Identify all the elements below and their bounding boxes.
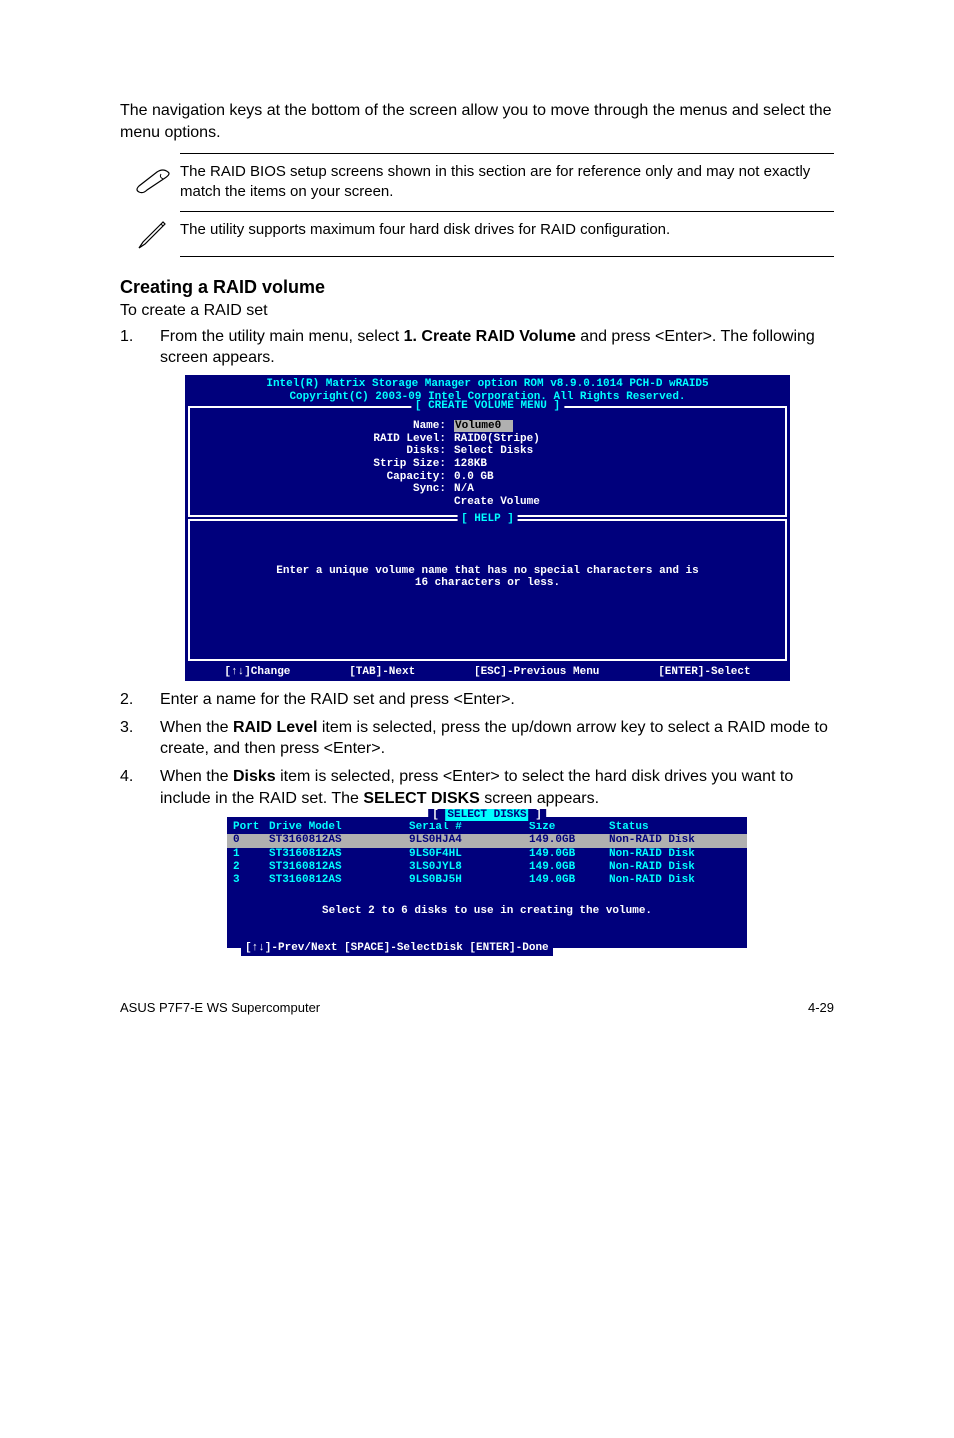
raid-level-label: RAID Level: [196,433,446,446]
pen-icon [125,218,180,250]
step4-post2: screen appears. [480,790,599,807]
step-3: 3. When the RAID Level item is selected,… [120,717,834,760]
select-disks-title-bracket: [ SELECT DISKS ] [428,809,546,822]
help-line1: Enter a unique volume name that has no s… [196,565,779,578]
create-volume-action[interactable]: Create Volume [446,496,540,509]
key-tab: [TAB]-Next [349,666,415,679]
step4-bold2: SELECT DISKS [363,790,479,807]
help-title: [ HELP ] [457,513,518,526]
disk-row[interactable]: 0ST3160812AS9LS0HJA4149.0GBNon-RAID Disk [227,834,747,847]
disk-table-header: PortDrive ModelSerial #SizeStatus [227,821,747,834]
subtext: To create a RAID set [120,302,834,320]
disk-row[interactable]: 1ST3160812AS9LS0F4HL149.0GBNon-RAID Disk [227,848,747,861]
disks-value[interactable]: Select Disks [446,445,533,458]
footer-left: ASUS P7F7-E WS Supercomputer [120,1000,320,1015]
disk-row[interactable]: 3ST3160812AS9LS0BJ5H149.0GBNon-RAID Disk [227,874,747,887]
sync-label: Sync: [196,483,446,496]
disk-row[interactable]: 2ST3160812AS3LS0JYL8149.0GBNon-RAID Disk [227,861,747,874]
step-1-content: From the utility main menu, select 1. Cr… [160,326,834,369]
key-esc: [ESC]-Previous Menu [474,666,599,679]
col-model: Drive Model [269,821,409,834]
step1-bold: 1. Create RAID Volume [404,328,576,345]
note-2-text: The utility supports maximum four hard d… [180,218,670,250]
create-volume-menu-box: [ CREATE VOLUME MENU ] Name:Volume0 RAID… [188,406,787,516]
name-value-input[interactable]: Volume0 [454,420,513,432]
col-port: Port [233,821,269,834]
select-disks-title: SELECT DISKS [445,809,528,821]
strip-size-label: Strip Size: [196,458,446,471]
bios-create-volume-screen: Intel(R) Matrix Storage Manager option R… [185,375,790,681]
strip-size-value[interactable]: 128KB [446,458,487,471]
disk-instr: Select 2 to 6 disks to use in creating t… [227,905,747,918]
intro-paragraph: The navigation keys at the bottom of the… [120,100,834,143]
help-line2: 16 characters or less. [196,577,779,590]
col-size: Size [529,821,609,834]
step-4-num: 4. [120,766,160,809]
step3-bold: RAID Level [233,719,317,736]
step4-pre: When the [160,768,233,785]
bios-footer-keys: [↑↓]Change [TAB]-Next [ESC]-Previous Men… [185,663,790,682]
step-1-num: 1. [120,326,160,369]
col-serial: Serial # [409,821,529,834]
note-1-text: The RAID BIOS setup screens shown in thi… [180,160,834,205]
key-change: [↑↓]Change [224,666,290,679]
step1-pre: From the utility main menu, select [160,328,404,345]
step3-pre: When the [160,719,233,736]
step-2-content: Enter a name for the RAID set and press … [160,689,834,711]
step-3-content: When the RAID Level item is selected, pr… [160,717,834,760]
name-label: Name: [196,420,446,433]
capacity-label: Capacity: [196,471,446,484]
box-title: [ CREATE VOLUME MENU ] [411,400,564,413]
help-box: [ HELP ] Enter a unique volume name that… [188,519,787,661]
note-icon [125,160,180,205]
disks-label: Disks: [196,445,446,458]
note-box-1: The RAID BIOS setup screens shown in thi… [180,153,834,212]
step-4-content: When the Disks item is selected, press <… [160,766,834,809]
step-2-num: 2. [120,689,160,711]
step-4: 4. When the Disks item is selected, pres… [120,766,834,809]
capacity-value[interactable]: 0.0 GB [446,471,494,484]
step-3-num: 3. [120,717,160,760]
key-enter: [ENTER]-Select [658,666,750,679]
step-2: 2. Enter a name for the RAID set and pre… [120,689,834,711]
page-footer: ASUS P7F7-E WS Supercomputer 4-29 [120,1000,834,1015]
disk-rows-container: 0ST3160812AS9LS0HJA4149.0GBNon-RAID Disk… [227,834,747,887]
step4-bold: Disks [233,768,276,785]
disk-footer-keys: [↑↓]-Prev/Next [SPACE]-SelectDisk [ENTER… [241,942,553,955]
col-status: Status [609,821,649,834]
bios-header-line1: Intel(R) Matrix Storage Manager option R… [185,378,790,391]
step-1: 1. From the utility main menu, select 1.… [120,326,834,369]
bios-select-disks-screen: [ SELECT DISKS ] PortDrive ModelSerial #… [225,815,749,949]
footer-right: 4-29 [808,1000,834,1015]
heading-creating-raid-volume: Creating a RAID volume [120,277,834,298]
sync-value: N/A [446,483,474,496]
note-box-2: The utility supports maximum four hard d… [180,212,834,257]
raid-level-value[interactable]: RAID0(Stripe) [446,433,540,446]
